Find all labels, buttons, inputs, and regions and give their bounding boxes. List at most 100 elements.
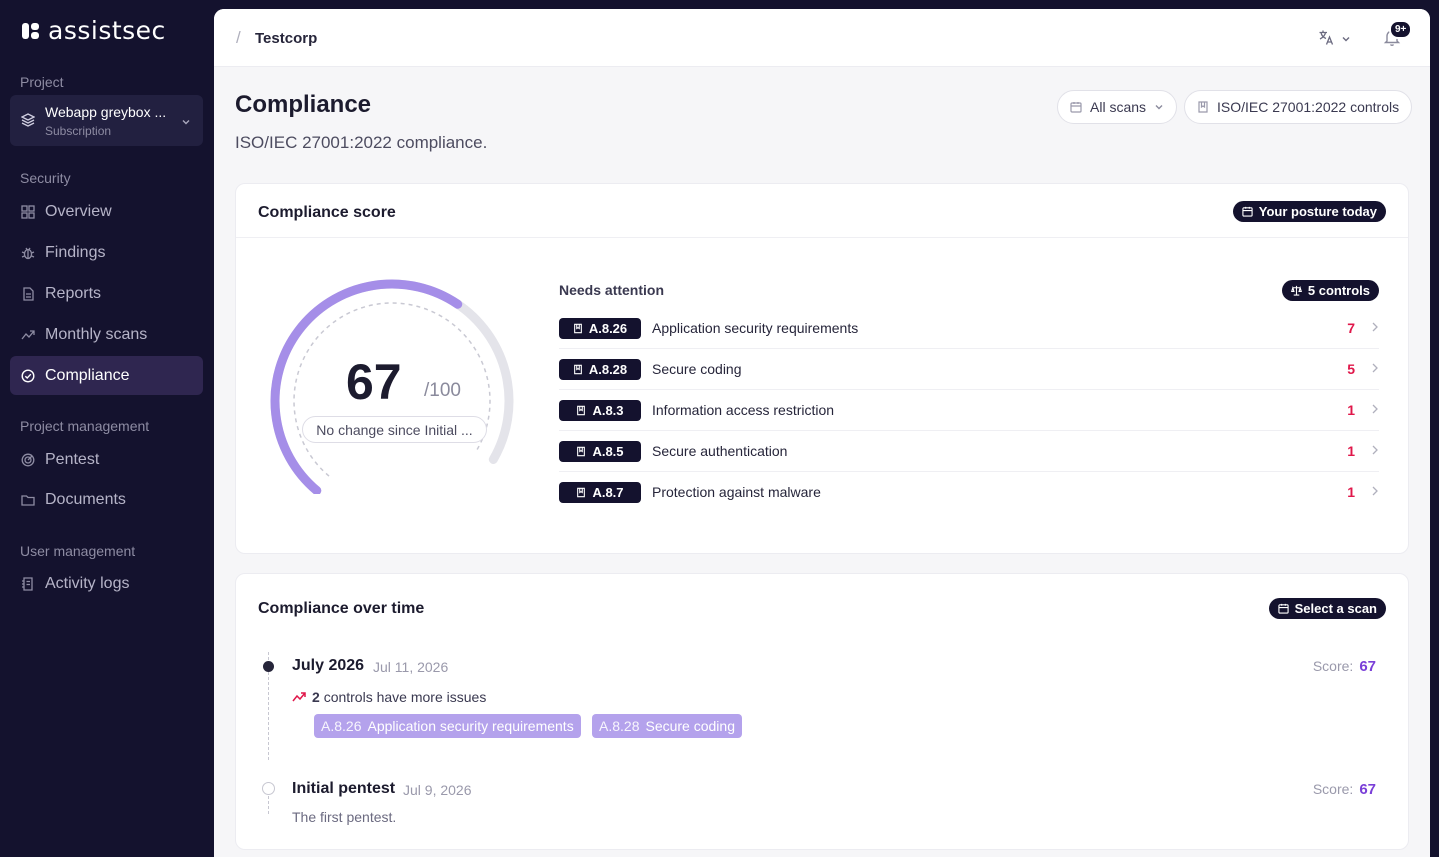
score-value: 67 <box>1359 658 1376 675</box>
calendar-icon <box>1277 603 1289 614</box>
control-row[interactable]: A.8.7 Protection against malware 1 <box>559 472 1379 513</box>
posture-badge-label: Your posture today <box>1258 204 1377 219</box>
score-max: /100 <box>424 380 461 401</box>
chevron-right-icon <box>1371 360 1379 376</box>
timeline-entry-score: Score: 67 <box>1313 781 1376 798</box>
bug-icon <box>21 246 35 260</box>
book-icon <box>573 364 583 375</box>
timeline-change-summary: 2 controls have more issues <box>292 689 486 705</box>
timeline-entry-date: Jul 11, 2026 <box>373 659 449 675</box>
control-row[interactable]: A.8.3 Information access restriction 1 <box>559 390 1379 431</box>
chevron-right-icon <box>1371 483 1379 499</box>
sidebar-item-reports[interactable]: Reports <box>10 274 203 313</box>
control-code: A.8.26 <box>588 321 628 336</box>
sidebar-item-overview[interactable]: Overview <box>10 192 203 231</box>
scan-filter-label: All scans <box>1090 99 1147 115</box>
control-name: Protection against malware <box>652 484 821 500</box>
control-code-badge: A.8.5 <box>559 441 641 462</box>
page-title: Compliance <box>235 91 372 118</box>
main-panel: / Testcorp 9+ Compliance ISO/IEC 27001:2… <box>214 9 1430 857</box>
trend-up-icon <box>292 691 306 703</box>
sidebar: assistsec Project Webapp greybox ... Sub… <box>0 0 213 857</box>
sidebar-item-pentest[interactable]: Pentest <box>10 440 203 479</box>
breadcrumb-org[interactable]: Testcorp <box>255 30 317 47</box>
language-selector[interactable] <box>1318 29 1351 51</box>
control-code: A.8.7 <box>592 485 624 500</box>
timeline-line <box>268 796 269 814</box>
framework-filter[interactable]: ISO/IEC 27001:2022 controls <box>1184 90 1413 124</box>
tag-code: A.8.26 <box>321 718 362 734</box>
timeline-entry-title[interactable]: July 2026 <box>292 657 364 675</box>
timeline-entry-title[interactable]: Initial pentest <box>292 780 395 798</box>
sidebar-item-monthly-scans[interactable]: Monthly scans <box>10 315 203 354</box>
control-name: Application security requirements <box>652 320 859 336</box>
change-count: 2 <box>312 689 320 705</box>
radar-icon <box>21 453 35 467</box>
control-issue-count: 1 <box>1347 443 1355 459</box>
sidebar-item-label: Reports <box>45 284 102 302</box>
control-tag[interactable]: A.8.26 Application security requirements <box>314 714 581 738</box>
compliance-score-card: Compliance score Your posture today 67 /… <box>235 183 1409 554</box>
control-name: Secure coding <box>652 361 742 377</box>
framework-filter-label: ISO/IEC 27001:2022 controls <box>1217 99 1400 115</box>
posture-badge: Your posture today <box>1232 201 1386 222</box>
timeline-dot <box>263 661 274 672</box>
project-section-label: Project <box>20 74 64 90</box>
timeline-entry-description: The first pentest. <box>292 809 397 825</box>
score-label: Score: <box>1312 781 1354 797</box>
sidebar-item-activity-logs[interactable]: Activity logs <box>10 564 203 603</box>
notification-badge: 9+ <box>1389 20 1413 39</box>
scale-icon <box>1290 285 1302 296</box>
calendar-icon <box>1070 101 1082 113</box>
sidebar-item-label: Findings <box>45 243 106 261</box>
logo-icon <box>20 20 42 42</box>
scan-filter-dropdown[interactable]: All scans <box>1057 90 1178 124</box>
project-name: Webapp greybox ... <box>45 104 167 120</box>
chevron-right-icon <box>1371 401 1379 417</box>
control-code-badge: A.8.26 <box>559 318 641 339</box>
project-subscription: Subscription <box>45 124 112 138</box>
control-row[interactable]: A.8.26 Application security requirements 7 <box>559 308 1379 349</box>
score-value: 67 <box>346 354 402 410</box>
control-row[interactable]: A.8.5 Secure authentication 1 <box>559 431 1379 472</box>
sidebar-item-label: Monthly scans <box>45 325 148 343</box>
card-title: Compliance score <box>258 204 396 221</box>
timeline-entry-score: Score: 67 <box>1313 658 1376 675</box>
control-name: Secure authentication <box>652 443 788 459</box>
control-code: A.8.28 <box>588 362 628 377</box>
logo[interactable]: assistsec <box>20 16 166 45</box>
layers-icon <box>20 113 36 127</box>
sidebar-item-findings[interactable]: Findings <box>10 233 203 272</box>
control-code: A.8.3 <box>592 403 624 418</box>
tag-name: Application security requirements <box>367 718 574 734</box>
book-icon <box>576 487 586 498</box>
chevron-right-icon <box>1371 442 1379 458</box>
document-icon <box>21 286 35 301</box>
select-scan-button[interactable]: Select a scan <box>1268 598 1386 619</box>
control-issue-count: 7 <box>1347 320 1355 336</box>
book-icon <box>576 446 586 457</box>
change-text: controls have more issues <box>323 689 487 705</box>
tag-code: A.8.28 <box>599 718 640 734</box>
control-tag[interactable]: A.8.28 Secure coding <box>592 714 742 738</box>
control-code-badge: A.8.3 <box>559 400 641 421</box>
sidebar-item-label: Overview <box>45 202 112 220</box>
user-management-section-label: User management <box>20 543 136 559</box>
book-icon <box>1197 101 1209 113</box>
check-circle-icon <box>21 368 35 383</box>
logo-text: assistsec <box>48 16 166 45</box>
grid-icon <box>21 204 35 219</box>
sidebar-item-documents[interactable]: Documents <box>10 480 203 519</box>
control-name: Information access restriction <box>652 402 835 418</box>
control-code-badge: A.8.7 <box>559 482 641 503</box>
divider <box>236 237 1408 238</box>
book-icon <box>576 405 586 416</box>
sidebar-item-compliance[interactable]: Compliance <box>10 356 203 395</box>
control-issue-count: 5 <box>1347 361 1355 377</box>
tag-name: Secure coding <box>645 718 735 734</box>
controls-count-label: 5 controls <box>1307 283 1370 298</box>
control-row[interactable]: A.8.28 Secure coding 5 <box>559 349 1379 390</box>
book-icon <box>573 323 583 334</box>
timeline-entry-date: Jul 9, 2026 <box>403 782 472 798</box>
project-selector[interactable]: Webapp greybox ... Subscription <box>10 95 203 146</box>
